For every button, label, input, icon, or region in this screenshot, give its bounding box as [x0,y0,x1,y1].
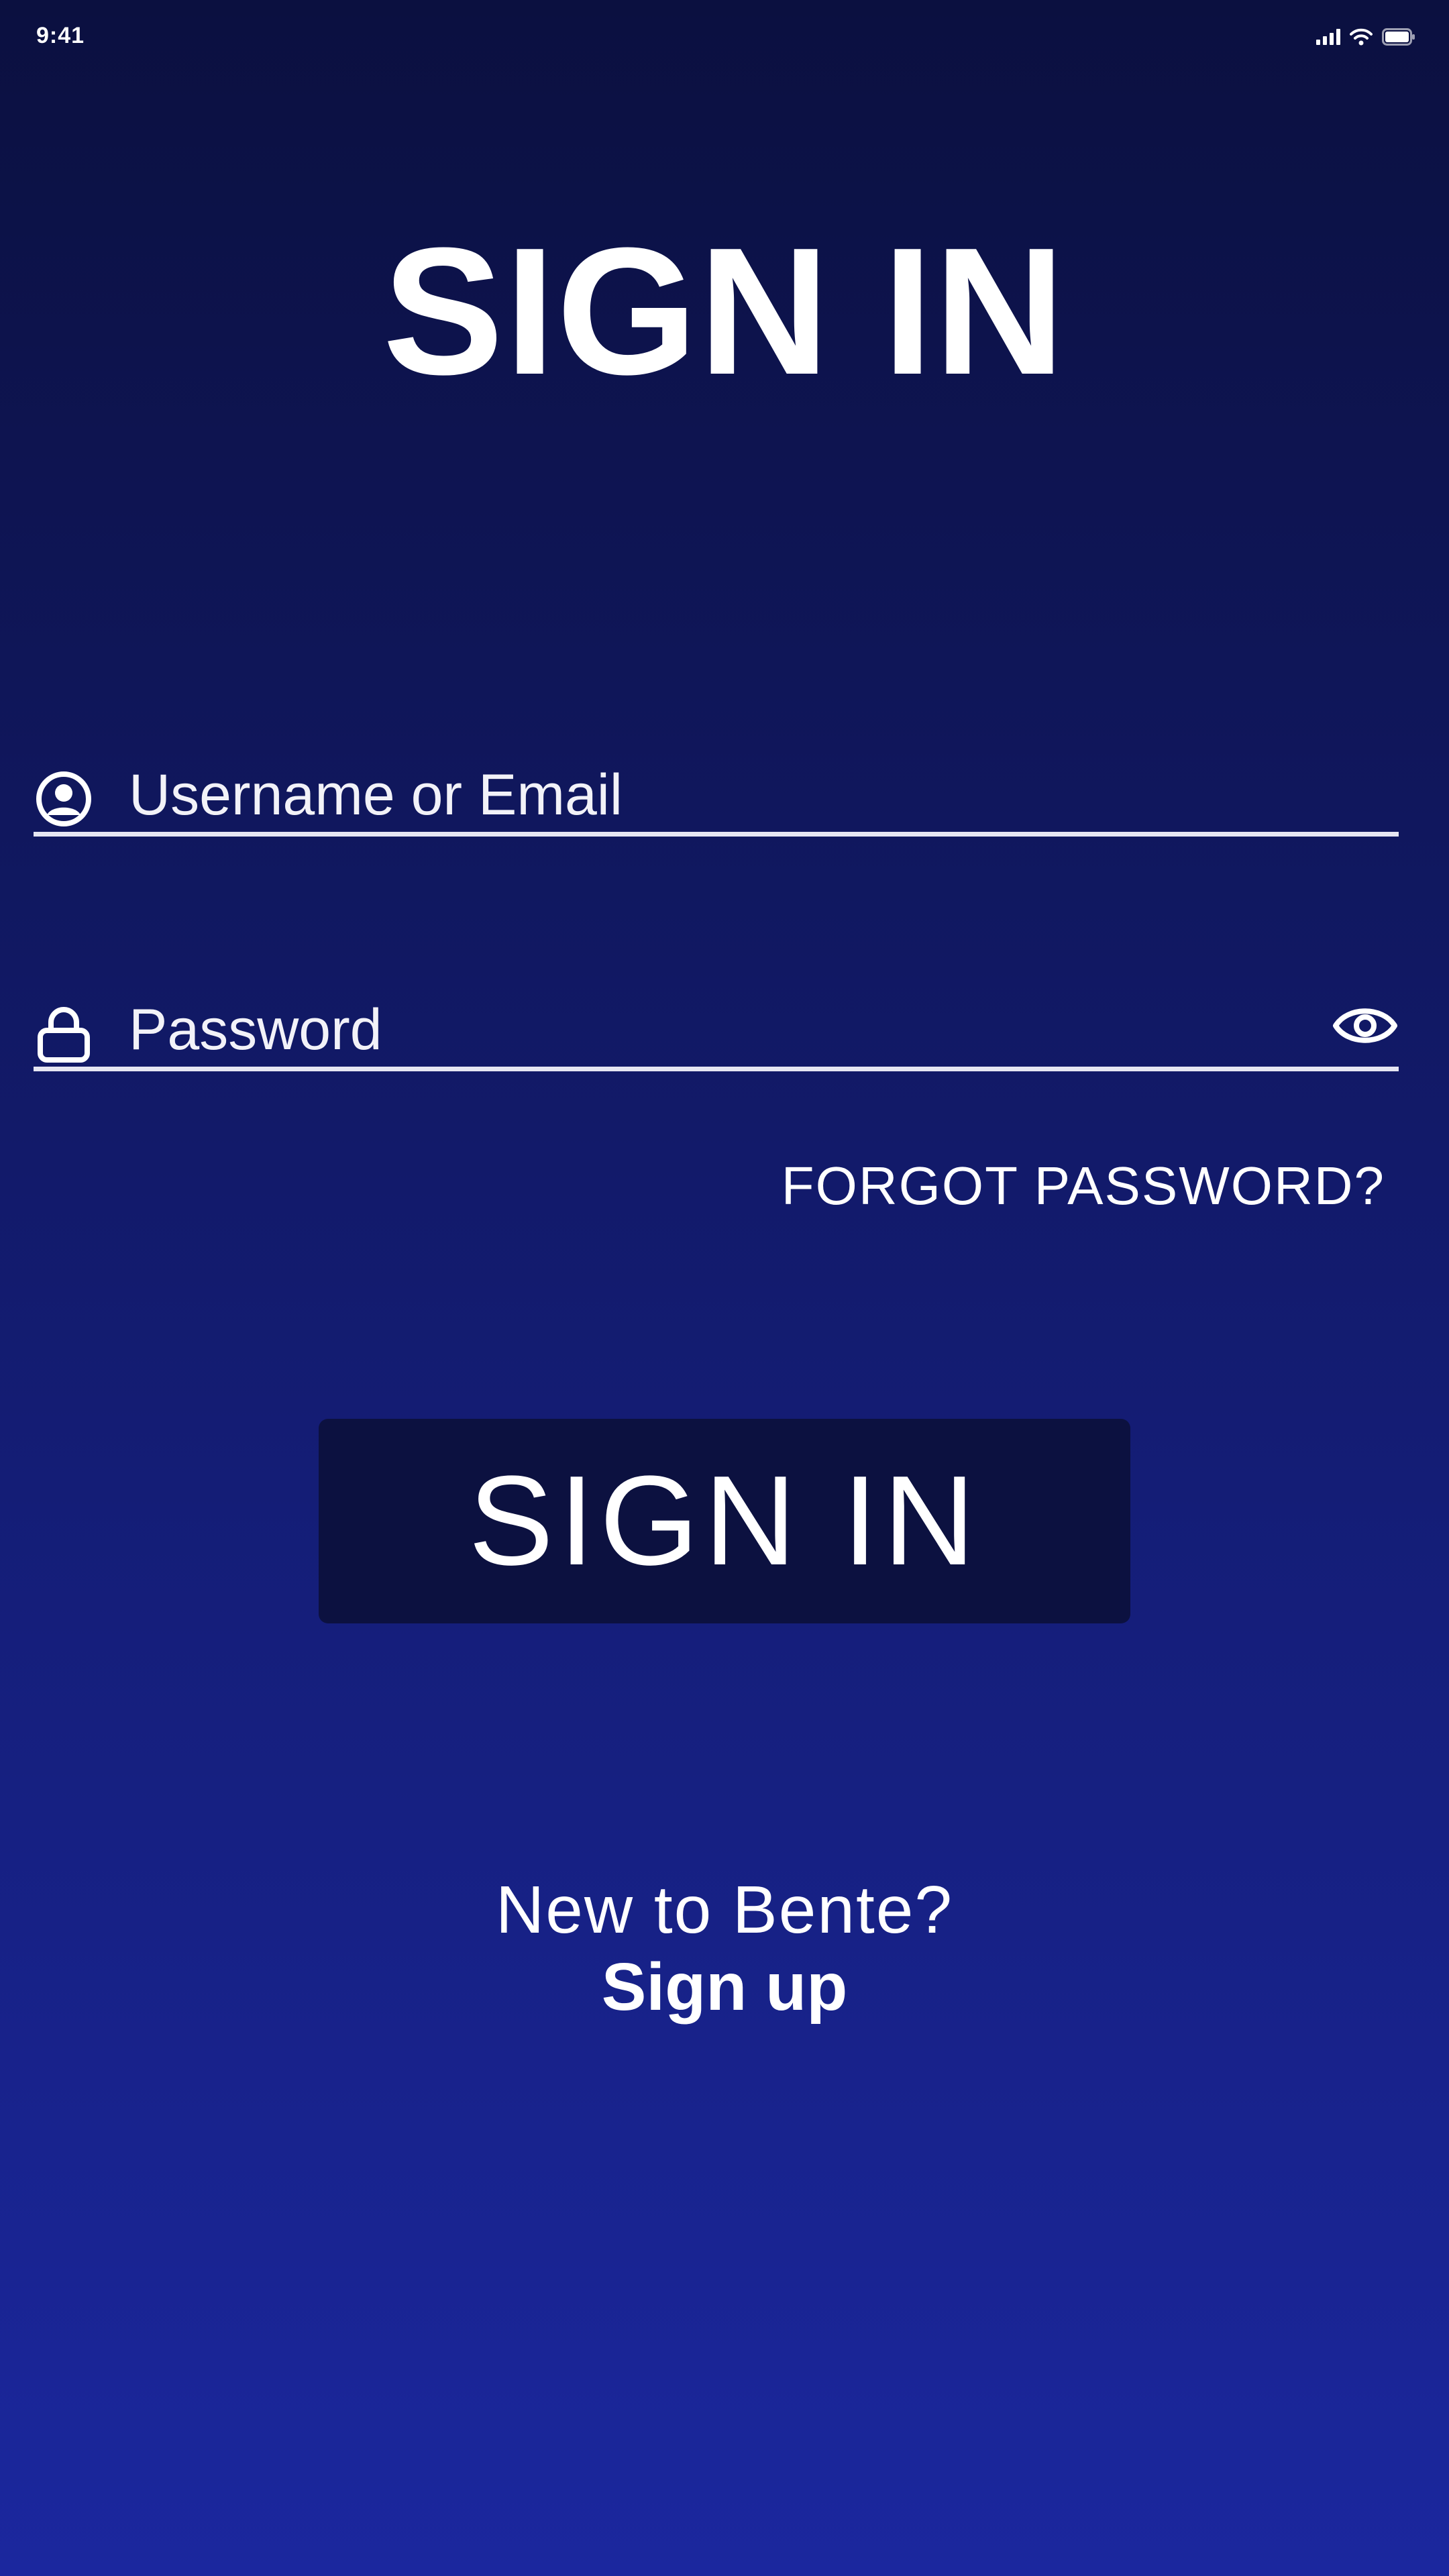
wifi-icon [1350,28,1373,46]
signal-icon [1316,29,1340,45]
username-field [34,758,1399,837]
forgot-password-link[interactable]: FORGOT PASSWORD? [782,1155,1385,1217]
sign-in-button[interactable]: SIGN IN [319,1419,1130,1623]
password-input[interactable] [129,993,1269,1067]
sign-up-link[interactable]: Sign up [0,1949,1449,2026]
sign-in-screen: 9:41 SIGN IN Username or Email FORGOT PA… [0,0,1449,2576]
user-circle-icon [35,770,93,828]
username-input[interactable] [129,758,1269,832]
status-time: 9:41 [36,23,85,48]
battery-icon [1382,28,1415,46]
status-icons [1316,28,1415,46]
lock-icon [35,1005,93,1063]
status-bar: 9:41 [0,0,1449,74]
signup-prompt-text: New to Bente? [496,1872,953,1947]
page-title: SIGN IN [382,211,1067,413]
password-field [34,993,1399,1071]
eye-icon[interactable] [1332,997,1399,1055]
